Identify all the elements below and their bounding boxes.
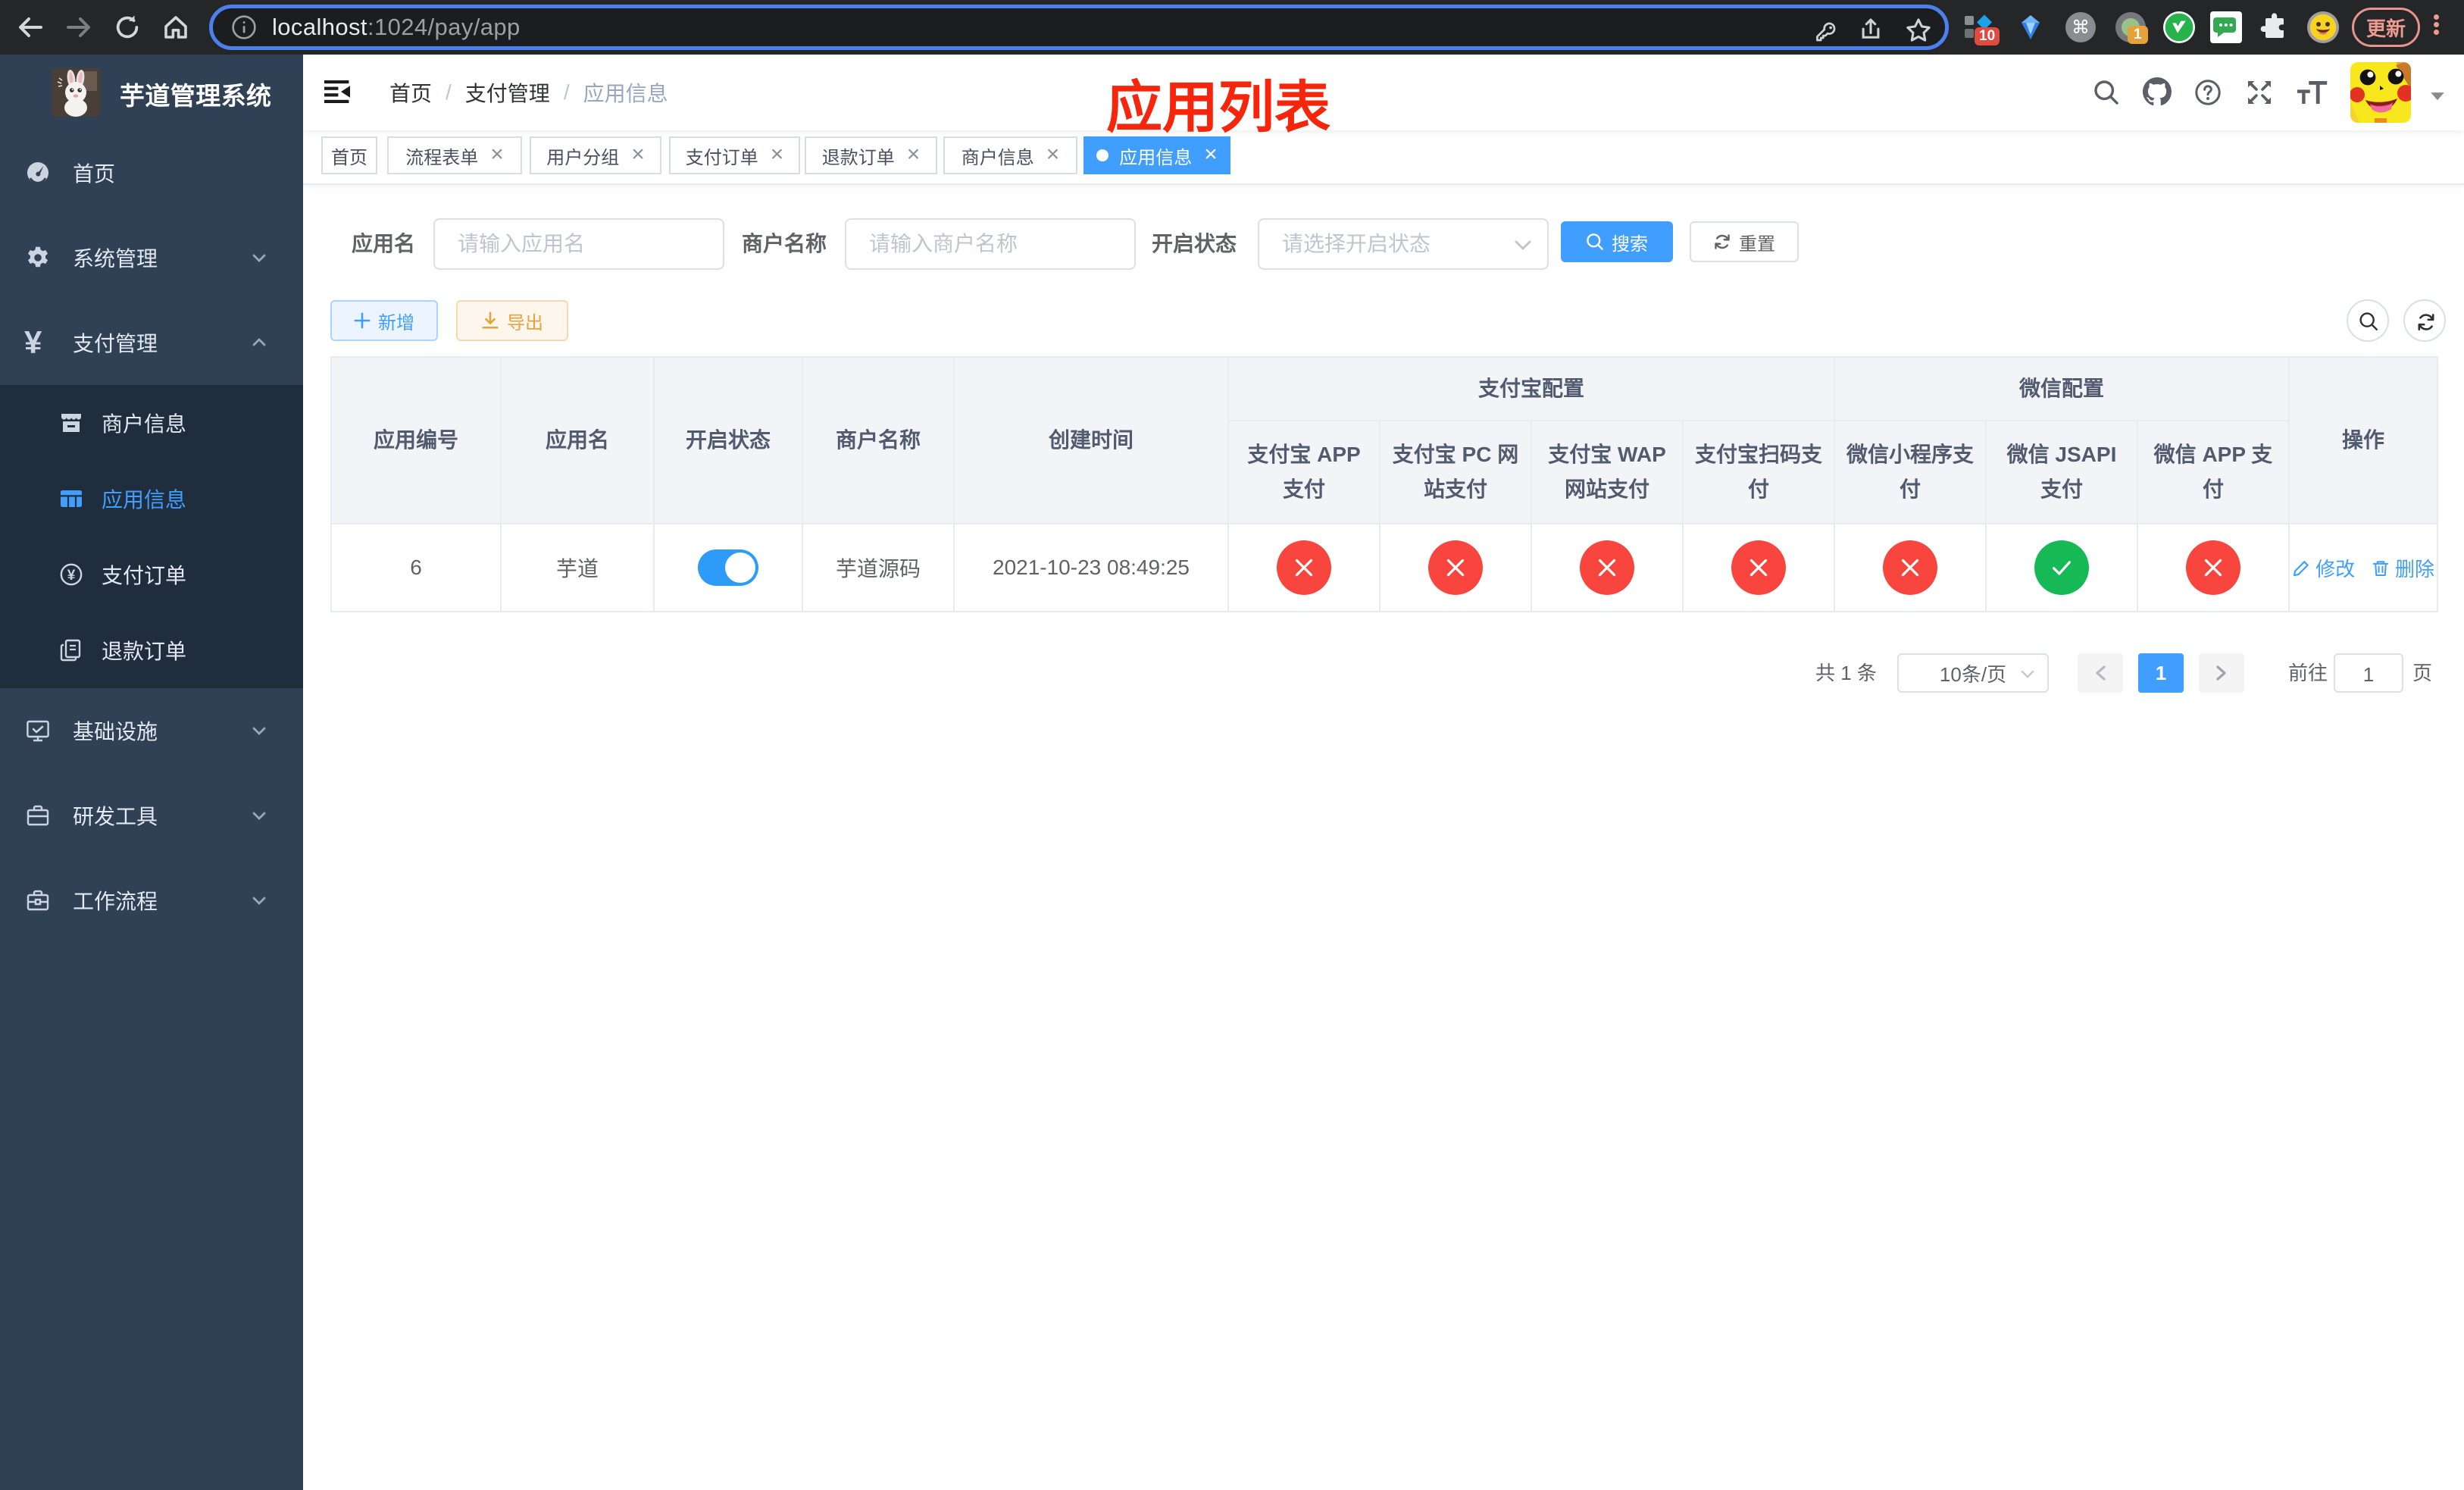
- svg-text:¥: ¥: [67, 568, 76, 584]
- svg-text:⌘: ⌘: [2072, 17, 2090, 38]
